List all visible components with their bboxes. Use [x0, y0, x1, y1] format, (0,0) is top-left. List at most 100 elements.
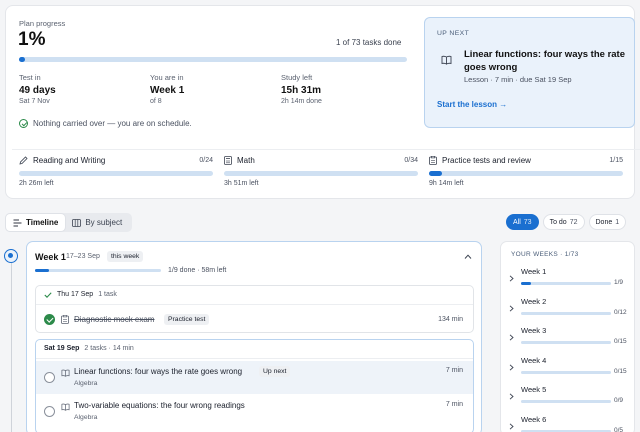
- subject-time-left: 9h 14m left: [429, 180, 464, 187]
- chevron-up-icon[interactable]: [464, 254, 472, 259]
- week-list-count: 0/12: [614, 308, 627, 316]
- filter-all[interactable]: All 73: [506, 214, 539, 230]
- carry-over-status: Nothing carried over — you are on schedu…: [19, 119, 192, 128]
- chevron-right-icon: [509, 269, 514, 287]
- chevron-right-icon: [509, 422, 514, 430]
- chevron-right-icon: [509, 393, 514, 400]
- day-task-count: 1 task: [98, 291, 117, 298]
- chevron-right-icon: [509, 363, 514, 371]
- stat-key: Study left: [281, 73, 313, 82]
- tab-timeline[interactable]: Timeline: [6, 214, 66, 231]
- this-week-badge: this week: [107, 251, 144, 262]
- task-row[interactable]: Diagnostic mock exam Practice test 134 m…: [36, 306, 473, 333]
- stat-sub: Sat 7 Nov: [19, 98, 50, 105]
- subject-count: 0/24: [199, 157, 213, 164]
- week-list-count: 0/15: [614, 338, 627, 345]
- stat-value: 49 days: [19, 85, 56, 96]
- stat-sub: of 8: [150, 98, 162, 105]
- week-list-item[interactable]: Week 3 0/15: [509, 326, 629, 356]
- timeline-rail: [11, 263, 12, 432]
- task-subject: Algebra: [74, 380, 98, 387]
- subject-time-left: 3h 51m left: [224, 180, 259, 187]
- week-list-progress-bar: [521, 400, 611, 403]
- subject-practice-tests[interactable]: Practice tests and review 1/15 9h 14m le…: [429, 156, 623, 187]
- subject-name: Practice tests and review: [442, 156, 531, 165]
- week-list-item[interactable]: Week 4 0/15: [509, 356, 629, 386]
- your-weeks-panel: YOUR WEEKS · 1/73 Week 1 1/9 Week 2 0/12 Wee…: [500, 241, 635, 432]
- timeline-icon: [13, 219, 22, 226]
- task-title: Two-variable equations: the four wrong r…: [74, 401, 245, 410]
- task-title: Linear functions: four ways the rate goe…: [74, 367, 243, 376]
- task-minutes: 7 min: [445, 401, 463, 408]
- week-list-count: 0/15: [614, 367, 627, 375]
- week-done-summary: 1/9 done · 58m left: [168, 267, 227, 274]
- filter-to-do[interactable]: To do 72: [542, 214, 585, 230]
- task-row[interactable]: Linear functions: four ways the rate goe…: [36, 361, 473, 394]
- subject-math[interactable]: Math 0/34 3h 51m left: [224, 156, 418, 187]
- arrow-right-icon: →: [499, 100, 508, 109]
- task-minutes: 7 min: [445, 367, 463, 374]
- task-checkbox[interactable]: [44, 372, 55, 383]
- filter-pills: All 73 To do 72 Done 1: [506, 214, 627, 230]
- week-list-item[interactable]: Week 5 0/9: [509, 385, 629, 415]
- week-list-item[interactable]: Week 6 0/5: [509, 415, 629, 432]
- week-list-name: Week 5: [521, 385, 547, 394]
- stat-key: You are in: [150, 73, 184, 82]
- week-list-item[interactable]: Week 1 1/9: [509, 267, 629, 297]
- clipboard-icon: [429, 156, 437, 165]
- tab-label: Timeline: [26, 218, 59, 227]
- week-list-count: 0/9: [614, 397, 624, 404]
- task-subject: Algebra: [74, 414, 98, 421]
- day-header: Thu 17 Sep 1 task: [44, 291, 117, 298]
- day-header: Sat 19 Sep 2 tasks · 14 min: [44, 345, 134, 352]
- chevron-right-icon: [509, 328, 514, 346]
- subject-name: Reading and Writing: [33, 156, 106, 165]
- calculator-icon: [224, 156, 232, 165]
- week-list-progress-fill: [521, 282, 531, 285]
- plan-progress-percent: 1%: [18, 29, 46, 50]
- task-row[interactable]: Two-variable equations: the four wrong r…: [36, 395, 473, 428]
- plan-task-count: 1 of 73 tasks done: [336, 38, 402, 47]
- book-icon: [441, 55, 452, 65]
- subject-time-left: 2h 26m left: [19, 180, 54, 187]
- filter-count: 72: [569, 218, 578, 226]
- filter-label: Done: [595, 218, 613, 226]
- clipboard-icon: [61, 315, 69, 324]
- stat-sub: 2h 14m done: [281, 98, 322, 105]
- up-next-title: Linear functions: four ways the rate goe…: [464, 49, 625, 73]
- week-dates: 17–23 Sep: [66, 253, 100, 260]
- day-group: Thu 17 Sep 1 task Diagnostic mock exam P…: [35, 285, 474, 333]
- subject-count: 1/15: [609, 157, 623, 164]
- subject-progress-bar: [19, 171, 213, 176]
- stat-current-week: You are in Week 1 of 8: [150, 73, 184, 105]
- tab-label: By subject: [85, 218, 123, 227]
- subject-reading-writing[interactable]: Reading and Writing 0/24 2h 26m left: [19, 156, 213, 187]
- pencil-icon: [19, 156, 28, 165]
- task-done-checkbox[interactable]: [44, 314, 55, 325]
- week-list-item[interactable]: Week 2 0/12: [509, 297, 629, 327]
- day-group: Sat 19 Sep 2 tasks · 14 min Linear funct…: [35, 339, 474, 432]
- tab-by-subject[interactable]: By subject: [65, 214, 129, 231]
- start-lesson-link[interactable]: Start the lesson →: [437, 100, 507, 109]
- up-next-tag: Up next: [259, 366, 291, 377]
- plan-summary-card: Plan progress 1% 1 of 73 tasks done Test…: [5, 5, 640, 199]
- book-icon: [61, 403, 70, 411]
- filter-done[interactable]: Done 1: [588, 214, 627, 230]
- subject-count: 0/34: [404, 157, 418, 164]
- up-next-meta: Lesson · 7 min · due Sat 19 Sep: [464, 75, 572, 84]
- task-checkbox[interactable]: [44, 406, 55, 417]
- week-card: Week 1 17–23 Sep this week 1/9 done · 58…: [26, 241, 482, 432]
- week-list-count: 1/9: [614, 279, 624, 286]
- filter-count: 73: [523, 218, 532, 226]
- stat-key: Test in: [19, 73, 41, 82]
- week-progress-bar: [35, 269, 161, 272]
- plan-progress-bar: [19, 57, 407, 62]
- divider: [12, 149, 640, 150]
- plan-progress-fill: [19, 57, 25, 62]
- divider: [36, 304, 473, 305]
- week-list-progress-bar: [521, 370, 611, 374]
- columns-icon: [72, 218, 82, 227]
- day-task-count: 2 tasks · 14 min: [84, 345, 134, 352]
- book-icon: [61, 369, 70, 377]
- week-list-name: Week 1: [521, 267, 547, 276]
